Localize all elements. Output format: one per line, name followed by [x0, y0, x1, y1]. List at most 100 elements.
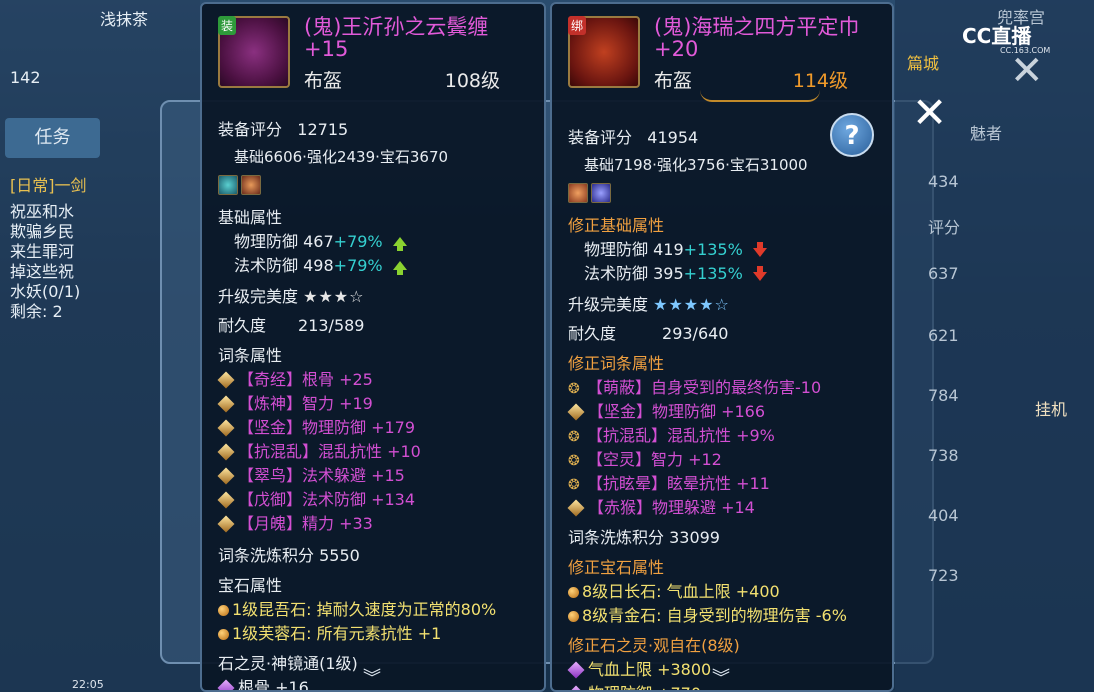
gem-row: 8级青金石: 自身受到的物理伤害 -6%: [568, 602, 847, 626]
bound-tag: 绑: [568, 16, 587, 35]
gem-row: 8级日长石: 气血上限 +400: [568, 578, 780, 602]
affix-row: 【抗混乱】混乱抗性 +10: [217, 438, 421, 462]
score-row: 装备评分 41954: [568, 128, 699, 147]
swirl-icon: ❂: [568, 381, 580, 397]
base-attr-row: 法术防御 498+79%: [234, 252, 407, 276]
score-breakdown: 基础7198·强化3756·宝石31000: [584, 156, 808, 174]
item-icon: 绑: [568, 16, 640, 88]
diamond-icon: [217, 467, 235, 485]
help-button[interactable]: ?: [830, 113, 874, 157]
arrow-up-icon: [392, 261, 407, 275]
compare-item-tooltip: 绑 (鬼)海瑞之四方平定巾 +20 布盔 114级 装备评分 41954 基础7…: [550, 2, 894, 692]
diamond-icon: [217, 395, 235, 413]
gem-dot-icon: [568, 611, 579, 622]
affix-row: ❂ 【萌蔽】自身受到的最终伤害-10: [568, 378, 822, 397]
durability-row: 耐久度 213/589: [218, 316, 365, 335]
gem-slot-icon: [591, 182, 611, 203]
perfection-row: 升级完美度 ★★★★☆: [568, 295, 730, 314]
affix-row: 【赤猴】物理躲避 +14: [567, 494, 755, 518]
affix-row: 【炼神】智力 +19: [217, 390, 373, 414]
score-row: 装备评分 12715: [218, 120, 349, 139]
quest-line: [日常]一剑: [10, 176, 87, 195]
diamond-icon: [217, 679, 235, 690]
diamond-icon: [217, 419, 235, 437]
scroll-down-chevron-icon[interactable]: ︾: [363, 664, 381, 690]
ranking-value: 404: [928, 506, 959, 525]
gem-slots: [218, 174, 264, 195]
item-title: (鬼)海瑞之四方平定巾 +20: [654, 15, 860, 61]
ranking-value: 637: [928, 264, 959, 283]
swirl-icon: ❂: [568, 453, 580, 469]
watermark-url: CC.163.COM: [1000, 46, 1051, 55]
gem-dot-icon: [568, 587, 579, 598]
ranking-value: 738: [928, 446, 959, 465]
item-type: 布盔: [654, 70, 693, 92]
diamond-icon: [567, 661, 585, 679]
gem-slots: [568, 182, 614, 203]
affix-row: 【月魄】精力 +33: [217, 510, 373, 534]
task-tab[interactable]: 任务: [5, 118, 100, 158]
base-attr-header: 修正基础属性: [568, 216, 665, 235]
spirit-attr: 物理防御 +770: [567, 680, 701, 690]
swirl-icon: ❂: [568, 429, 580, 445]
gem-slot-icon: [568, 182, 588, 203]
affix-row: 【坚金】物理防御 +166: [567, 398, 765, 422]
diamond-icon: [217, 443, 235, 461]
item-type: 布盔: [304, 70, 343, 92]
diamond-icon: [217, 491, 235, 509]
player-name: 浅抹茶: [100, 10, 149, 29]
gem-dot-icon: [218, 629, 229, 640]
stars-icon: ★★★★☆: [653, 295, 730, 314]
spirit-attr: 气血上限 +3800: [567, 656, 711, 680]
ranking-value: 621: [928, 326, 959, 345]
base-attr-row: 法术防御 395+135%: [584, 260, 767, 284]
base-attr-row: 物理防御 419+135%: [584, 236, 767, 260]
auto-battle-button[interactable]: 挂机: [1035, 396, 1094, 420]
spirit-attr: 根骨 +16: [217, 674, 309, 690]
affix-header: 词条属性: [218, 346, 283, 365]
close-icon[interactable]: ✕: [912, 88, 947, 137]
scroll-down-chevron-icon[interactable]: ︾: [712, 664, 730, 690]
status-time: 22:05: [72, 678, 104, 691]
affix-points: 词条洗炼积分 5550: [218, 546, 360, 565]
affix-row: ❂ 【抗混乱】混乱抗性 +9%: [568, 426, 775, 445]
ranking-value: 723: [928, 566, 959, 585]
perfection-row: 升级完美度 ★★★☆: [218, 287, 365, 306]
durability-row: 耐久度 293/640: [568, 324, 729, 343]
affix-row: ❂ 【空灵】智力 +12: [568, 450, 722, 469]
watermark-logo: CC直播: [962, 24, 1032, 48]
ranking-value: 434: [928, 172, 959, 191]
ranking-header: 评分: [928, 218, 961, 237]
affix-row: 【戊御】法术防御 +134: [217, 486, 415, 510]
affix-row: ❂ 【抗眩晕】眩晕抗性 +11: [568, 474, 770, 493]
ranking-tab[interactable]: 魅者: [970, 120, 1050, 144]
gem-dot-icon: [218, 605, 229, 616]
base-attr-row: 物理防御 467+79%: [234, 228, 407, 252]
spirit-header: 修正石之灵·观自在(8级): [568, 636, 740, 655]
arrow-up-icon: [392, 237, 407, 251]
gem-header: 宝石属性: [218, 576, 283, 595]
affix-row: 【翠鸟】法术躲避 +15: [217, 462, 405, 486]
title-ornament: [700, 90, 820, 102]
city-label: 篇城: [907, 54, 940, 73]
base-attr-header: 基础属性: [218, 208, 283, 227]
affix-points: 词条洗炼积分 33099: [568, 528, 720, 547]
score-breakdown: 基础6606·强化2439·宝石3670: [234, 148, 449, 166]
diamond-icon: [217, 371, 235, 389]
diamond-icon: [567, 499, 585, 517]
diamond-icon: [567, 403, 585, 421]
player-number: 142: [10, 68, 41, 87]
stars-icon: ★★★☆: [303, 287, 365, 306]
quest-line: 剩余: 2: [10, 302, 63, 321]
gem-row: 1级昆吾石: 掉耐久速度为正常的80%: [218, 596, 496, 620]
affix-row: 【坚金】物理防御 +179: [217, 414, 415, 438]
gem-header: 修正宝石属性: [568, 558, 665, 577]
item-level: 108级: [444, 70, 500, 92]
equipped-item-tooltip: 装 (鬼)王沂孙之云鬓缠 +15 布盔 108级 装备评分 12715 基础66…: [200, 2, 546, 692]
affix-header: 修正词条属性: [568, 354, 665, 373]
diamond-icon: [217, 515, 235, 533]
gem-row: 1级芙蓉石: 所有元素抗性 +1: [218, 620, 441, 644]
equipped-tag: 装: [218, 16, 237, 35]
arrow-down-icon: [752, 242, 767, 257]
arrow-down-icon: [752, 266, 767, 281]
